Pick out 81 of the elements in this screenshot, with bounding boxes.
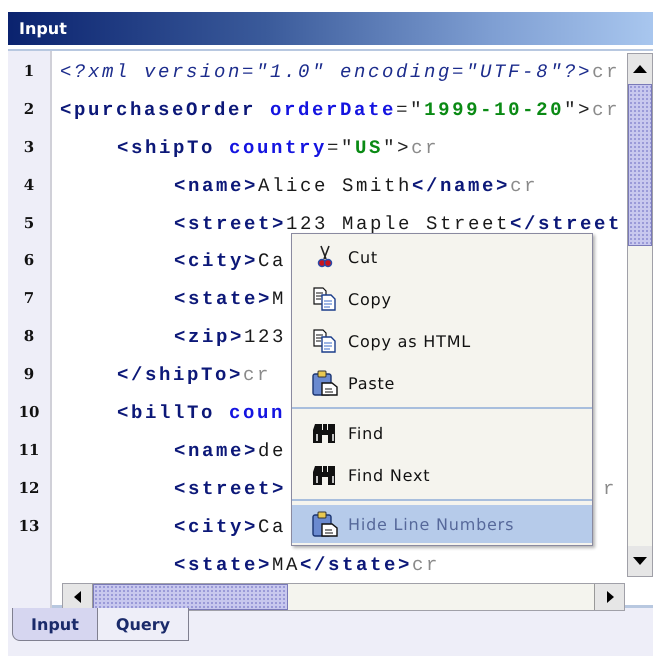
scroll-left-button[interactable]: [63, 584, 93, 610]
xml-tag: </street: [510, 212, 622, 234]
element-text: Ca: [258, 516, 286, 538]
xml-tag: </shipTo>: [117, 364, 244, 386]
line-end-marker: cr: [592, 60, 620, 83]
copy-documents-icon: [312, 287, 338, 311]
copy-documents-icon: [312, 329, 338, 353]
punctuation: =": [327, 136, 356, 159]
menu-item[interactable]: Copy: [292, 278, 592, 320]
line-number: 13: [18, 516, 40, 537]
element-text: M: [272, 288, 286, 310]
xml-tag: <state>: [174, 554, 272, 576]
punctuation: =": [396, 98, 424, 121]
punctuation: ">: [564, 98, 592, 121]
line-number: 3: [22, 136, 36, 158]
element-text: 123: [244, 326, 286, 348]
attribute-value: US: [355, 136, 384, 159]
attribute-value: 1999-10-20: [424, 98, 564, 121]
right-arrow-icon: [606, 591, 614, 604]
element-text: Alice Smith: [258, 174, 412, 197]
xml-tag: <zip>: [174, 326, 244, 348]
punctuation: ">: [383, 136, 412, 159]
binoculars-icon: [312, 422, 338, 444]
line-number: 6: [22, 250, 36, 272]
xml-tag: </state>: [300, 554, 412, 576]
line-end-marker: cr: [412, 554, 440, 576]
line-end-marker: cr: [243, 364, 272, 386]
xml-tag: <name>: [174, 440, 258, 462]
line-end-marker: cr: [411, 136, 440, 159]
xml-tag: <shipTo: [117, 136, 216, 159]
vertical-scrollbar[interactable]: [627, 53, 653, 577]
xml-tag: <billTo: [117, 402, 216, 424]
xml-tag: <state>: [174, 288, 272, 310]
element-text: MA: [272, 554, 300, 576]
down-arrow-icon: [633, 557, 647, 565]
menu-item[interactable]: Paste: [292, 362, 592, 404]
tab[interactable]: Query: [96, 608, 190, 641]
tab[interactable]: Input: [12, 608, 98, 641]
line-number: 7: [22, 288, 36, 310]
line-number: 9: [22, 364, 36, 386]
line-number: 2: [22, 98, 36, 120]
menu-item[interactable]: Find Next: [292, 454, 592, 496]
line-number: 10: [18, 402, 40, 424]
menu-item[interactable]: Cut: [292, 236, 592, 278]
line-number: 8: [22, 326, 36, 348]
attribute-name: country: [229, 136, 328, 159]
menu-item[interactable]: Copy as HTML: [292, 320, 592, 362]
up-arrow-icon: [633, 65, 647, 73]
attribute-name: orderDate: [270, 98, 396, 121]
line-number: 1: [22, 61, 36, 82]
horizontal-scrollbar[interactable]: [62, 583, 625, 612]
scroll-up-button[interactable]: [628, 54, 652, 84]
scroll-down-button[interactable]: [628, 546, 652, 576]
xml-tag: <name>: [174, 174, 258, 197]
line-end-marker: cr: [592, 98, 620, 121]
scroll-right-button[interactable]: [594, 584, 624, 610]
menu-item[interactable]: Find: [292, 412, 592, 454]
line-number: 5: [22, 212, 36, 234]
xml-tag: <purchaseOrder: [60, 98, 256, 121]
scrollbar-thumb[interactable]: [628, 84, 652, 246]
xml-tag: <city>: [174, 516, 258, 538]
line-end-marker: r: [602, 478, 617, 500]
line-number: 11: [18, 440, 40, 461]
panel-title: Input: [19, 19, 67, 38]
xml-tag: <city>: [174, 250, 258, 272]
scrollbar-thumb[interactable]: [93, 584, 288, 610]
clipboard-icon: [312, 370, 338, 396]
attribute-name: coun: [229, 402, 286, 424]
xml-tag: <street>: [174, 212, 286, 234]
line-end-marker: cr: [510, 174, 538, 197]
xml-tag: <street>: [174, 478, 286, 500]
clipboard-icon: [312, 511, 338, 537]
element-text: 123 Maple Street: [286, 212, 510, 234]
processing-instruction: <?xml version="1.0" encoding="UTF-8"?>: [60, 60, 592, 83]
element-text: Ca: [258, 250, 286, 272]
left-arrow-icon: [74, 591, 82, 604]
xml-tag: </name>: [412, 174, 510, 197]
line-number: 12: [18, 478, 40, 499]
line-number: 4: [22, 174, 36, 196]
element-text: de: [258, 440, 286, 462]
binoculars-icon: [312, 464, 338, 486]
